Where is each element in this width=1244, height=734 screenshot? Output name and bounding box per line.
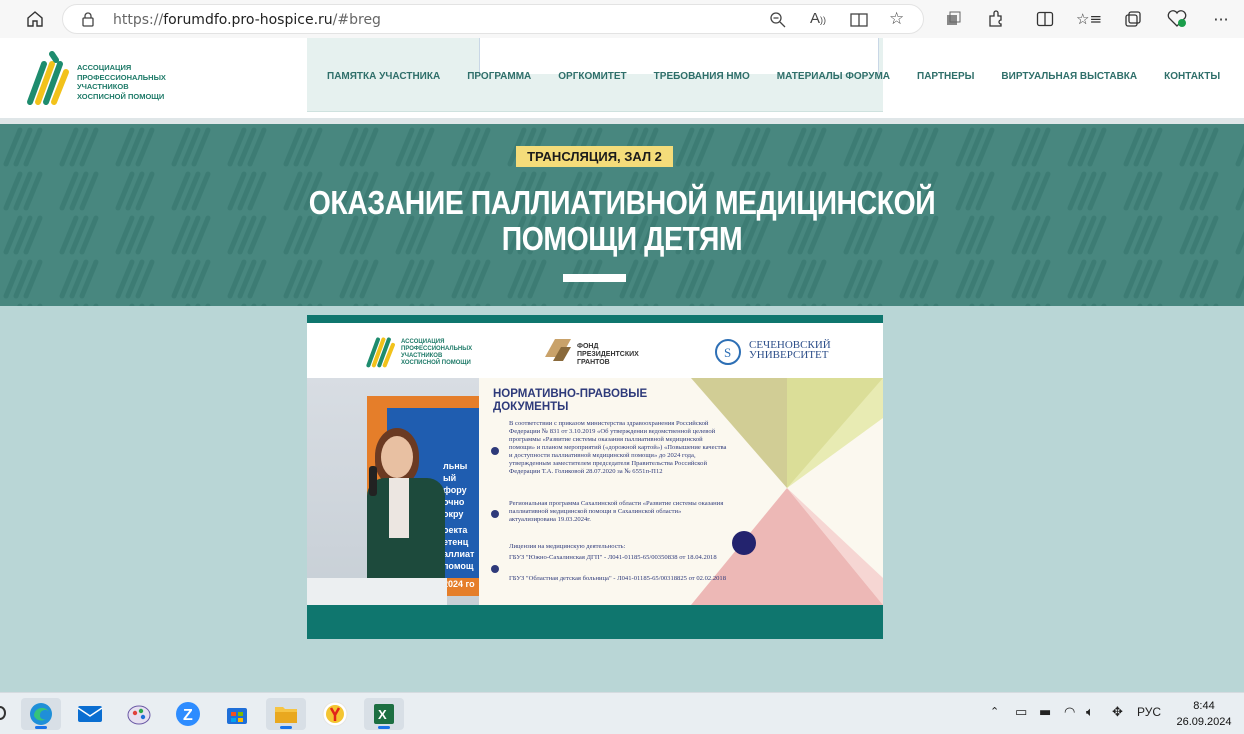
- nav-item-program[interactable]: ПРОГРАММА: [467, 71, 531, 82]
- star-icon[interactable]: ☆: [889, 9, 904, 29]
- excel-icon[interactable]: X: [364, 698, 404, 730]
- mail-icon[interactable]: [70, 698, 110, 730]
- nav-item-committee[interactable]: ОРГКОМИТЕТ: [558, 71, 626, 82]
- svg-text:Z: Z: [183, 707, 193, 724]
- association-logo-icon: [366, 337, 395, 368]
- site-header: АССОЦИАЦИЯ ПРОФЕССИОНАЛЬНЫХ УЧАСТНИКОВ Х…: [0, 38, 1244, 118]
- video-player[interactable]: АССОЦИАЦИЯ ПРОФЕССИОНАЛЬНЫХ УЧАСТНИКОВ ХОС…: [307, 315, 883, 639]
- chevron-up-icon[interactable]: ⌃: [990, 705, 999, 718]
- main-nav: ПАМЯТКА УЧАСТНИКА ПРОГРАММА ОРГКОМИТЕТ Т…: [327, 71, 1220, 82]
- read-aloud-icon[interactable]: A)): [810, 10, 826, 27]
- tab-actions-icon[interactable]: [943, 9, 963, 29]
- yandex-browser-icon[interactable]: [315, 698, 355, 730]
- nav-item-forum-materials[interactable]: МАТЕРИАЛЫ ФОРУМА: [777, 71, 890, 82]
- input-language[interactable]: РУС: [1137, 705, 1161, 719]
- zoom-icon[interactable]: Z: [168, 698, 208, 730]
- favorites-list-icon[interactable]: ☆≡: [1076, 9, 1102, 29]
- clock[interactable]: 8:44 26.09.2024: [1168, 698, 1240, 730]
- url-path: /#breg: [332, 12, 381, 28]
- battery-icon[interactable]: ▬: [1039, 705, 1051, 720]
- slide-paragraph: В соответствии с приказом министерства з…: [509, 420, 727, 475]
- url-scheme: https://: [113, 12, 164, 28]
- clock-date: 26.09.2024: [1176, 716, 1232, 728]
- video-bottom-bar: [307, 605, 883, 639]
- logo-line: УЧАСТНИКОВ: [77, 82, 129, 91]
- partner-university: СЕЧЕНОВСКИЙ УНИВЕРСИТЕТ: [749, 339, 831, 361]
- partner-association: АССОЦИАЦИЯ ПРОФЕССИОНАЛЬНЫХ УЧАСТНИКОВ ХОС…: [401, 339, 473, 366]
- split-screen-icon[interactable]: [1035, 9, 1055, 29]
- nav-item-nmo-requirements[interactable]: ТРЕБОВАНИЯ НМО: [654, 71, 750, 82]
- lock-icon[interactable]: [81, 11, 95, 32]
- title-divider: [563, 274, 626, 282]
- partner-fund: ФОНД ПРЕЗИДЕНТСКИХ ГРАНТОВ: [577, 343, 639, 366]
- wifi-icon[interactable]: ◠: [1064, 705, 1075, 720]
- volume-icon[interactable]: 🔈︎: [1086, 705, 1094, 720]
- heart-pulse-icon[interactable]: [1167, 9, 1187, 29]
- fund-logo-icon: [545, 339, 571, 361]
- page-title: ОКАЗАНИЕ ПАЛЛИАТИВНОЙ МЕДИЦИНСКОЙ ПОМОЩИ…: [278, 185, 966, 257]
- slide-paragraph: Региональная программа Сахалинской облас…: [509, 500, 724, 523]
- devices-icon[interactable]: ▭: [1015, 705, 1027, 720]
- university-logo-icon: S: [715, 339, 741, 365]
- puzzle-icon[interactable]: [986, 9, 1006, 29]
- address-bar[interactable]: https://forumdfo.pro-hospice.ru/#breg A)…: [62, 4, 924, 34]
- store-icon[interactable]: [217, 698, 257, 730]
- clock-time: 8:44: [1193, 700, 1215, 712]
- browser-toolbar: https://forumdfo.pro-hospice.ru/#breg A)…: [0, 0, 1244, 38]
- slide-paragraph: ГБУЗ "Областная детская больница" - Л041…: [509, 575, 727, 582]
- slide-paragraph: ГБУЗ "Южно-Сахалинская ДГП" - Л041-01185…: [509, 554, 717, 561]
- windows-taskbar: Z X ⌃ ▭ ▬ ◠ 🔈︎ ✥ РУС 8:44 26.09.2024: [0, 692, 1244, 734]
- slide-partner-strip: АССОЦИАЦИЯ ПРОФЕССИОНАЛЬНЫХ УЧАСТНИКОВ ХОС…: [307, 323, 883, 378]
- broadcast-badge: ТРАНСЛЯЦИЯ, ЗАЛ 2: [516, 146, 673, 167]
- edge-icon[interactable]: [21, 698, 61, 730]
- url-text[interactable]: https://forumdfo.pro-hospice.ru/#breg: [113, 12, 381, 28]
- page-title-line: ОКАЗАНИЕ ПАЛЛИАТИВНОЙ МЕДИЦИНСКОЙ: [308, 184, 936, 221]
- home-icon[interactable]: [25, 9, 45, 29]
- nav-item-partners[interactable]: ПАРТНЕРЫ: [917, 71, 974, 82]
- presentation-slide: НОРМАТИВНО-ПРАВОВЫЕ ДОКУМЕНТЫ В соответст…: [479, 378, 883, 605]
- immersive-reader-icon[interactable]: [850, 11, 868, 34]
- nav-item-participant-memo[interactable]: ПАМЯТКА УЧАСТНИКА: [327, 71, 440, 82]
- logo-text[interactable]: АССОЦИАЦИЯ ПРОФЕССИОНАЛЬНЫХ УЧАСТНИКОВ Х…: [77, 63, 166, 101]
- svg-text:X: X: [378, 707, 387, 722]
- page-title-line: ПОМОЩИ ДЕТЯМ: [501, 220, 743, 257]
- zoom-out-icon[interactable]: [769, 11, 787, 34]
- dropbox-icon[interactable]: ✥: [1112, 705, 1123, 720]
- association-logo-icon[interactable]: [22, 50, 72, 106]
- collections-icon[interactable]: [1123, 9, 1143, 29]
- stage-banner-text: льны ый фору очно окру оекта етенц аллиат помощ 2…: [443, 461, 475, 589]
- nav-item-contacts[interactable]: КОНТАКТЫ: [1164, 71, 1220, 82]
- more-menu-icon[interactable]: ···: [1211, 9, 1231, 29]
- logo-line: ПРОФЕССИОНАЛЬНЫХ: [77, 72, 166, 82]
- explorer-icon[interactable]: [266, 698, 306, 730]
- slide-paragraph: Лицензия на медицинскую деятельность:: [509, 543, 626, 550]
- paint-icon[interactable]: [119, 698, 159, 730]
- nav-item-virtual-exhibition[interactable]: ВИРТУАЛЬНАЯ ВЫСТАВКА: [1001, 71, 1137, 82]
- search-icon[interactable]: [0, 706, 6, 720]
- slide-title: НОРМАТИВНО-ПРАВОВЫЕ ДОКУМЕНТЫ: [493, 388, 648, 413]
- speaker-video: льны ый фору очно окру оекта етенц аллиат помощ 2…: [307, 378, 479, 605]
- logo-line: ХОСПИСНОЙ ПОМОЩИ: [77, 91, 165, 101]
- logo-line: АССОЦИАЦИЯ: [77, 63, 132, 72]
- slide-decoration: [691, 378, 883, 605]
- url-host: forumdfo.pro-hospice.ru: [163, 12, 333, 28]
- svg-text:S: S: [724, 345, 731, 360]
